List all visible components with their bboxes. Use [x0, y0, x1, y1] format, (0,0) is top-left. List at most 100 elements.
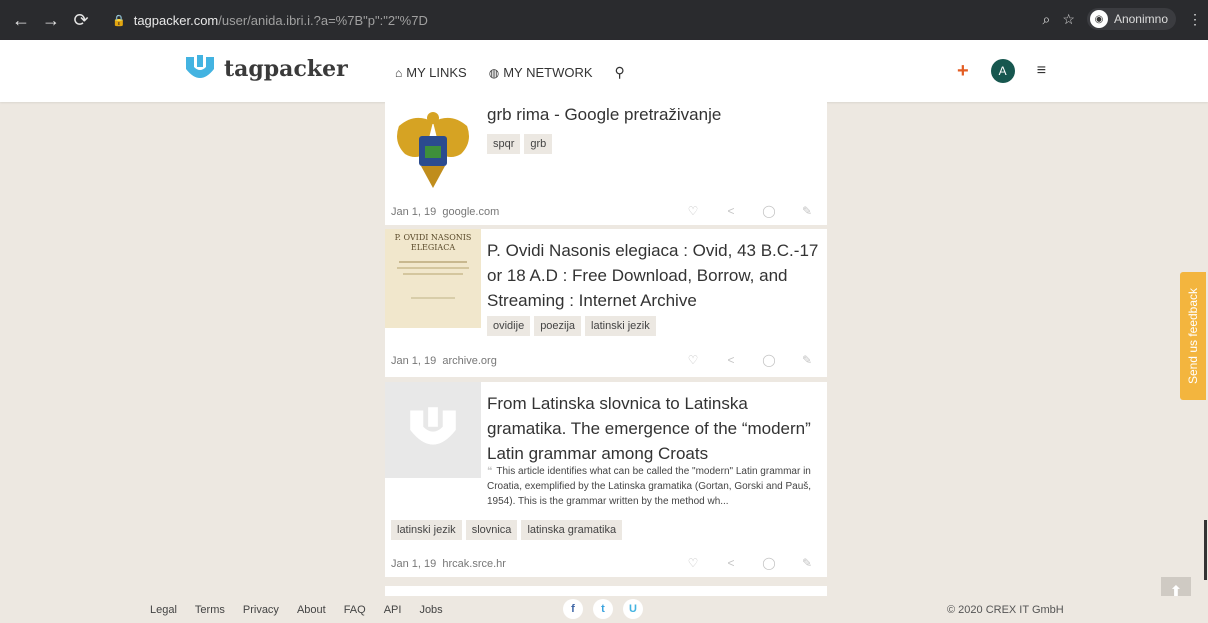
incognito-profile[interactable]: ◉ Anonimno	[1086, 8, 1176, 30]
card-title[interactable]: grb rima - Google pretraživanje	[487, 102, 823, 127]
card-date: Jan 1, 19	[391, 355, 437, 367]
app-header: tagpacker ⌂ MY LINKS ◍ MY NETWORK ⚲ + A …	[0, 40, 1208, 106]
star-icon[interactable]: ☆	[1062, 11, 1075, 28]
reload-icon[interactable]: ⟳	[70, 10, 92, 31]
tagpacker-icon[interactable]: U	[623, 599, 643, 619]
footer-links: Legal Terms Privacy About FAQ API Jobs	[150, 604, 443, 616]
header-actions: + A ≡	[957, 59, 1046, 83]
card-excerpt: ❝ This article identifies what can be cal…	[487, 464, 823, 509]
tag-chip[interactable]: latinski jezik	[391, 520, 462, 540]
globe-icon[interactable]: ◯	[761, 556, 777, 570]
share-icon[interactable]: <	[723, 204, 739, 218]
browser-nav: ← → ⟳	[10, 10, 92, 31]
card-date: Jan 1, 19	[391, 558, 437, 570]
nav-my-links-label: MY LINKS	[406, 65, 467, 80]
link-card[interactable]: From Latinska slovnica to Latinska grama…	[385, 382, 827, 577]
main-nav: ⌂ MY LINKS ◍ MY NETWORK ⚲	[385, 64, 625, 106]
link-card[interactable]: grb rima - Google pretraživanje spqr grb…	[385, 102, 827, 225]
edit-icon[interactable]: ✎	[799, 204, 815, 218]
tag-chip[interactable]: latinski jezik	[585, 316, 656, 336]
card-thumbnail[interactable]: P. OVIDI NASONIS ELEGIACA	[385, 229, 481, 328]
footer-link-about[interactable]: About	[297, 604, 326, 616]
address-bar[interactable]: 🔒 tagpacker.com /user/anida.ibri.i.?a=%7…	[112, 9, 1032, 31]
globe-icon[interactable]: ◯	[761, 353, 777, 367]
tag-chip[interactable]: grb	[524, 134, 553, 154]
link-card[interactable]	[385, 586, 827, 596]
feedback-tab[interactable]: Send us feedback	[1180, 272, 1206, 400]
edit-icon[interactable]: ✎	[799, 556, 815, 570]
back-icon[interactable]: ←	[10, 10, 32, 31]
card-actions: ♡ < ◯ ✎	[685, 353, 815, 367]
facebook-icon[interactable]: f	[563, 599, 583, 619]
footer-link-api[interactable]: API	[384, 604, 402, 616]
incognito-icon: ◉	[1089, 10, 1108, 28]
logo-text: tagpacker	[224, 56, 348, 82]
card-title[interactable]: P. Ovidi Nasonis elegiaca : Ovid, 43 B.C…	[487, 238, 823, 313]
link-card[interactable]: P. OVIDI NASONIS ELEGIACA P. Ovidi Nason…	[385, 229, 827, 377]
globe-icon: ◍	[488, 65, 500, 80]
card-actions: ♡ < ◯ ✎	[685, 204, 815, 218]
card-date: Jan 1, 19	[391, 206, 437, 218]
zoom-icon[interactable]: ⌕	[1043, 11, 1051, 28]
edit-icon[interactable]: ✎	[799, 353, 815, 367]
scrollbar[interactable]	[1204, 520, 1207, 580]
logo[interactable]: tagpacker	[184, 53, 348, 85]
profile-name: Anonimno	[1113, 12, 1168, 26]
search-icon[interactable]: ⚲	[615, 64, 625, 81]
card-thumbnail[interactable]	[385, 102, 481, 198]
forward-icon[interactable]: →	[40, 10, 62, 31]
like-icon[interactable]: ♡	[685, 353, 701, 367]
card-domain[interactable]: google.com	[442, 206, 499, 218]
footer-link-jobs[interactable]: Jobs	[419, 604, 442, 616]
share-icon[interactable]: <	[723, 556, 739, 570]
browser-actions: ⌕ ☆ ◉ Anonimno ⋮	[1043, 8, 1202, 30]
footer-link-faq[interactable]: FAQ	[344, 604, 366, 616]
social-links: f t U	[563, 599, 643, 619]
tag-chip[interactable]: spqr	[487, 134, 521, 154]
thumb-title-line: ELEGIACA	[410, 243, 456, 252]
twitter-icon[interactable]: t	[593, 599, 613, 619]
card-tags: latinski jezik slovnica latinska gramati…	[391, 520, 623, 540]
placeholder-logo-icon	[410, 407, 456, 445]
nav-my-network[interactable]: ◍ MY NETWORK	[489, 65, 593, 80]
home-icon: ⌂	[395, 65, 403, 80]
card-excerpt-text: This article identifies what can be call…	[487, 466, 812, 507]
nav-my-network-label: MY NETWORK	[503, 65, 593, 80]
url-path: /user/anida.ibri.i.?a=%7B"p":"2"%7D	[218, 12, 428, 28]
share-icon[interactable]: <	[723, 353, 739, 367]
footer: Legal Terms Privacy About FAQ API Jobs f…	[0, 596, 1208, 623]
browser-chrome: ← → ⟳ 🔒 tagpacker.com /user/anida.ibri.i…	[0, 0, 1208, 40]
like-icon[interactable]: ♡	[685, 204, 701, 218]
footer-link-terms[interactable]: Terms	[195, 604, 225, 616]
card-meta: Jan 1, 19 google.com	[391, 206, 499, 218]
card-meta: Jan 1, 19 archive.org	[391, 355, 497, 367]
globe-icon[interactable]: ◯	[761, 204, 777, 218]
nav-my-links[interactable]: ⌂ MY LINKS	[385, 65, 467, 106]
avatar[interactable]: A	[990, 59, 1015, 83]
card-meta: Jan 1, 19 hrcak.srce.hr	[391, 558, 506, 570]
footer-link-privacy[interactable]: Privacy	[243, 604, 279, 616]
tag-chip[interactable]: ovidije	[487, 316, 531, 336]
quote-icon: ❝	[487, 466, 493, 477]
tag-chip[interactable]: latinska gramatika	[521, 520, 623, 540]
feedback-label: Send us feedback	[1186, 287, 1201, 385]
card-domain[interactable]: hrcak.srce.hr	[442, 558, 506, 570]
card-thumbnail[interactable]	[385, 382, 481, 478]
tag-chip[interactable]: slovnica	[465, 520, 518, 540]
thumb-title-line: P. OVIDI NASONIS	[394, 233, 472, 242]
lock-icon: 🔒	[112, 14, 126, 27]
card-actions: ♡ < ◯ ✎	[685, 556, 815, 570]
copyright: © 2020 CREX IT GmbH	[947, 604, 1064, 616]
card-domain[interactable]: archive.org	[442, 355, 496, 367]
hamburger-menu-icon[interactable]: ≡	[1037, 62, 1046, 80]
like-icon[interactable]: ♡	[685, 556, 701, 570]
card-tags: spqr grb	[487, 134, 553, 154]
browser-menu-icon[interactable]: ⋮	[1188, 11, 1202, 28]
add-link-icon[interactable]: +	[957, 60, 969, 83]
footer-link-legal[interactable]: Legal	[150, 604, 177, 616]
tag-chip[interactable]: poezija	[534, 316, 582, 336]
card-title[interactable]: From Latinska slovnica to Latinska grama…	[487, 391, 823, 466]
url-host: tagpacker.com	[133, 12, 219, 28]
card-tags: ovidije poezija latinski jezik	[487, 316, 656, 336]
tagpacker-logo-icon	[186, 55, 214, 78]
